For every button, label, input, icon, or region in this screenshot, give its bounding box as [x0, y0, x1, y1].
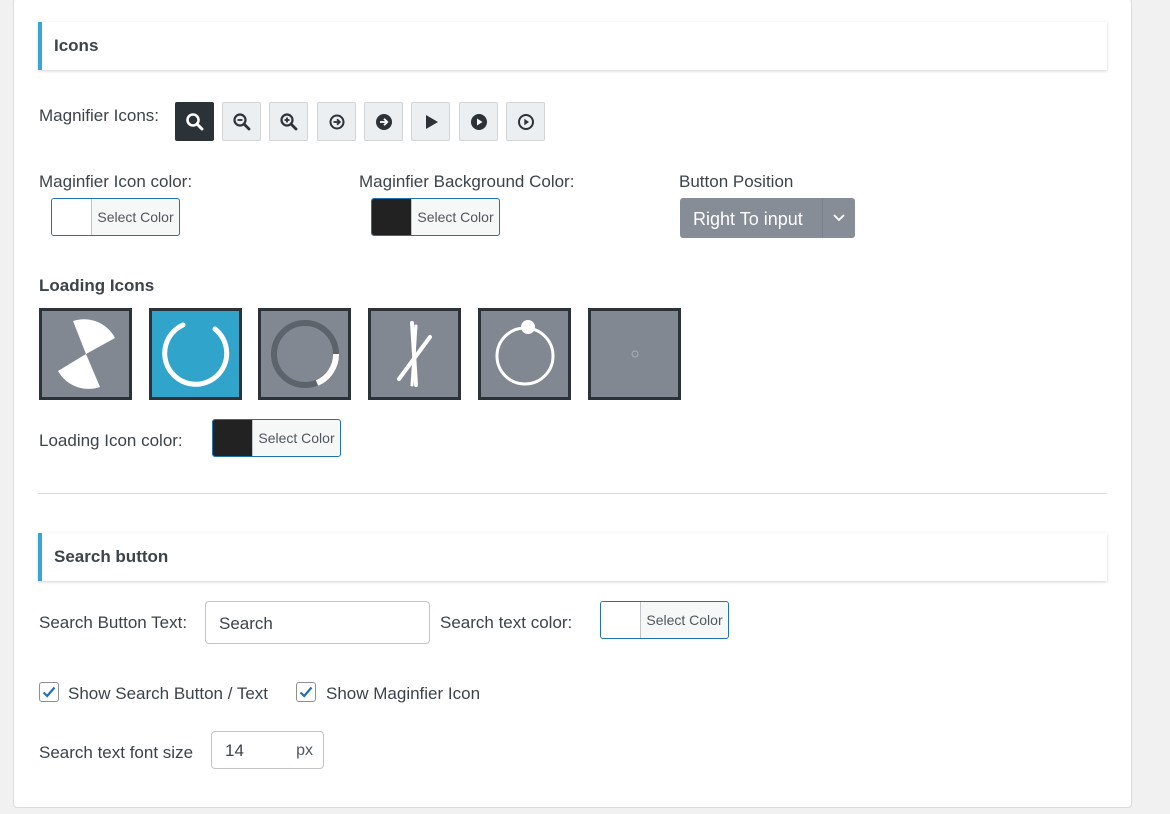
button-position-select[interactable]: Right To input: [680, 198, 855, 238]
icon-color-swatch: [52, 199, 92, 235]
zoom-out-icon: [232, 112, 250, 130]
background-color-label: Maginfier Background Color:: [359, 172, 575, 191]
show-search-button-checkbox[interactable]: [39, 682, 59, 702]
checkmark-icon: [42, 686, 56, 698]
background-color-button-label: Select Color: [417, 209, 494, 225]
loading-icon-color-picker[interactable]: Select Color: [212, 419, 341, 457]
magnifier-option-play[interactable]: [411, 102, 450, 141]
font-size-input[interactable]: 14 px: [211, 731, 324, 769]
background-color-picker[interactable]: Select Color: [371, 198, 500, 236]
magnifier-option-zoom-out[interactable]: [222, 102, 261, 141]
loading-option-pie[interactable]: [39, 308, 132, 400]
dual-ring-spinner-icon: [270, 320, 339, 388]
magnifier-icons-label: Magnifier Icons:: [39, 106, 159, 125]
search-button-text-label: Search Button Text:: [39, 613, 188, 632]
font-size-value: 14: [225, 741, 244, 760]
loading-option-ring[interactable]: [149, 308, 242, 400]
icon-color-picker[interactable]: Select Color: [51, 198, 180, 236]
loading-icon-color-label: Loading Icon color:: [39, 431, 183, 450]
icons-section-header: Icons: [38, 22, 1107, 70]
search-text-color-picker[interactable]: Select Color: [600, 601, 729, 639]
show-magnifier-icon-label: Show Maginfier Icon: [326, 684, 481, 703]
search-text-color-label: Search text color:: [440, 613, 573, 632]
magnifier-option-play-circle-outline[interactable]: [506, 102, 545, 141]
arrow-circle-filled-icon: [375, 113, 392, 130]
play-icon: [425, 114, 438, 129]
search-button-text-input[interactable]: Search: [205, 601, 430, 644]
button-position-label: Button Position: [679, 172, 794, 191]
pie-spinner-icon: [57, 319, 115, 389]
magnifier-option-play-circle-filled[interactable]: [459, 102, 498, 141]
icon-color-button-label: Select Color: [97, 209, 174, 225]
arrow-circle-outline-icon: [329, 114, 344, 129]
play-circle-filled-icon: [470, 113, 487, 130]
search-text-color-button-label: Select Color: [646, 612, 723, 628]
search-text-color-swatch: [601, 602, 641, 638]
icon-color-label: Maginfier Icon color:: [39, 172, 193, 191]
loading-option-cross-lines[interactable]: [368, 308, 461, 400]
section-divider: [38, 493, 1107, 494]
magnifier-option-search[interactable]: [175, 102, 214, 141]
font-size-label: Search text font size: [39, 743, 194, 762]
search-icon: [185, 112, 203, 130]
loading-option-orbit[interactable]: [478, 308, 571, 400]
play-circle-outline-icon: [517, 113, 534, 130]
magnifier-option-zoom-in[interactable]: [269, 102, 308, 141]
font-size-unit: px: [296, 742, 313, 759]
loading-icon-color-button-label: Select Color: [258, 430, 335, 446]
loading-option-dual-ring[interactable]: [258, 308, 351, 400]
magnifier-option-arrow-circle-filled[interactable]: [364, 102, 403, 141]
orbit-spinner-icon: [495, 320, 554, 386]
loading-icon-color-swatch: [213, 420, 253, 456]
checkmark-icon: [299, 686, 313, 698]
ring-spinner-icon: [161, 322, 229, 387]
magnifier-option-arrow-circle-outline[interactable]: [317, 102, 356, 141]
cross-lines-spinner-icon: [396, 321, 432, 387]
button-position-value: Right To input: [693, 209, 803, 229]
background-color-swatch: [372, 199, 412, 235]
show-magnifier-icon-checkbox[interactable]: [296, 682, 316, 702]
dot-spinner-icon: [631, 350, 638, 358]
show-search-button-label: Show Search Button / Text: [68, 684, 269, 703]
search-button-section-header: Search button: [38, 533, 1107, 581]
loading-icons-label: Loading Icons: [39, 276, 155, 295]
chevron-down-icon: [822, 198, 855, 238]
loading-option-dot[interactable]: [588, 308, 681, 400]
zoom-in-icon: [279, 112, 297, 130]
